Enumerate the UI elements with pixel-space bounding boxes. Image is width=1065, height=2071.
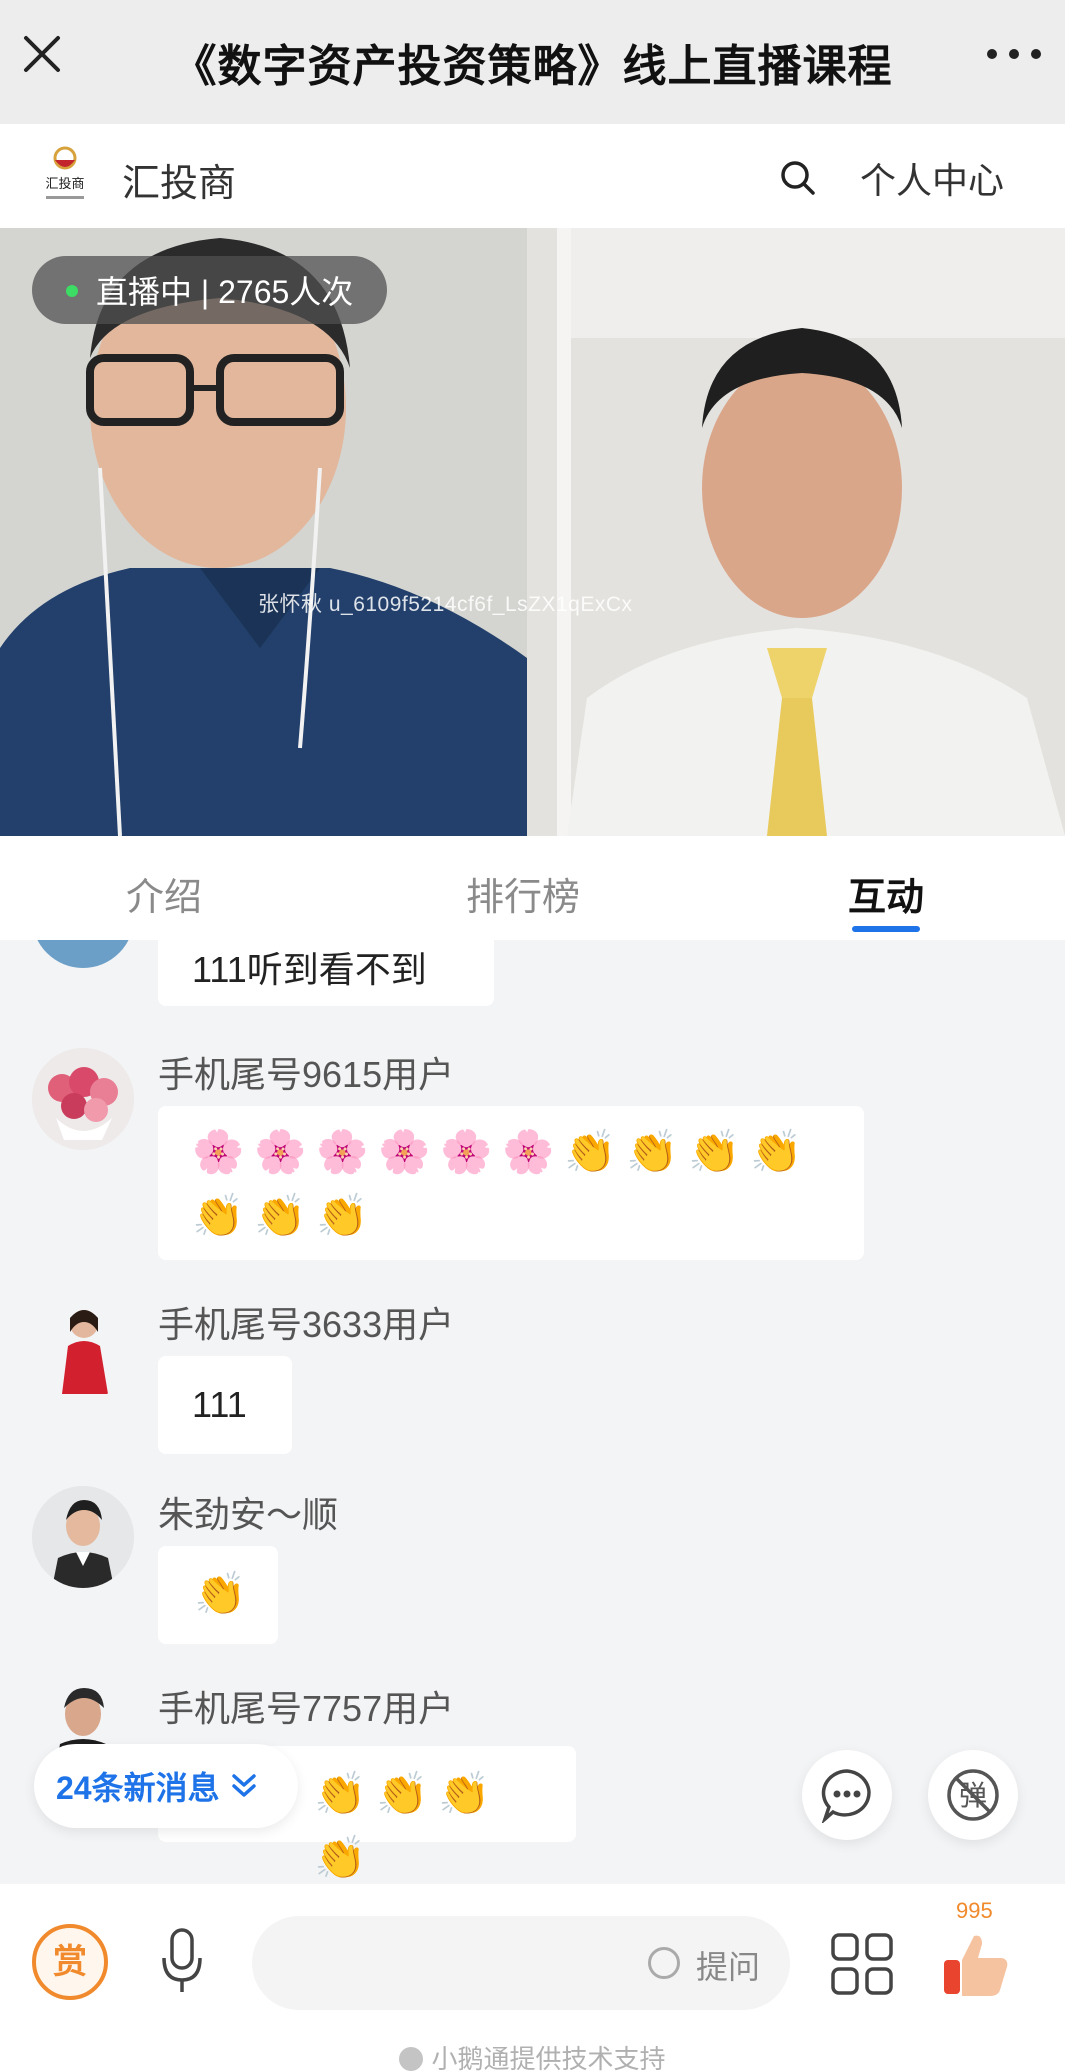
live-status-text: 直播中 | 2765人次	[96, 274, 354, 310]
emoji-item: 👏	[316, 1192, 369, 1239]
danmaku-off-icon: 弹	[947, 1769, 999, 1821]
search-icon[interactable]	[778, 158, 818, 198]
person-avatar-icon	[32, 1486, 134, 1588]
double-chevron-down-icon	[231, 1774, 256, 1797]
brand-logo-text: 汇投商	[45, 176, 84, 192]
video-watermark: 张怀秋 u_6109f5214cf6f_LsZX1qExCx	[258, 593, 633, 616]
emoji-item: 👏	[314, 1770, 367, 1817]
emoji-item: 🌸	[502, 1128, 555, 1175]
tab-interaction[interactable]: 互动	[848, 866, 924, 921]
guest-figure	[527, 228, 1065, 836]
chat-bubble: 111听到看不到	[158, 940, 494, 1006]
emoji-item: 🌸	[440, 1128, 493, 1175]
reward-button[interactable]: 赏	[32, 1924, 108, 2000]
emoji-item: 👏	[438, 1770, 491, 1817]
ask-question-checkbox[interactable]	[648, 1947, 680, 1979]
emoji-item: 🌸	[254, 1128, 307, 1175]
emoji-item: 👏	[564, 1128, 617, 1175]
tab-intro[interactable]: 介绍	[126, 866, 202, 921]
page-title: 《数字资产投资策略》线上直播课程	[172, 42, 893, 91]
xiaoe-logo-icon	[399, 2047, 424, 2071]
emoji-item: 👏	[750, 1128, 803, 1175]
video-feed-guest	[527, 228, 1065, 836]
avatar	[32, 1048, 134, 1150]
emoji-item: 👏	[376, 1770, 429, 1817]
avatar	[32, 1486, 134, 1588]
support-label: 小鹅通提供技术支持	[431, 2044, 666, 2071]
tech-support-text: 小鹅通提供技术支持	[0, 2039, 1065, 2071]
ask-question-label: 提问	[696, 1949, 761, 1985]
chat-bubble: 🌸 🌸 🌸 🌸 🌸 🌸 👏 👏 👏 👏 👏 👏 👏	[158, 1106, 864, 1260]
like-count: 995	[956, 1898, 993, 1923]
bottom-bar: 赏 提问 995 小鹅通提供技术支持	[0, 1884, 1065, 2071]
emoji-item: 👏	[194, 1570, 247, 1617]
emoji-item: 🌸	[378, 1128, 431, 1175]
brand-bar: 汇投商 汇投商 个人中心	[0, 124, 1065, 228]
emoji-item: 🌸	[316, 1128, 369, 1175]
emoji-row: 👏	[194, 1570, 247, 1618]
emoji-item: 👏	[254, 1192, 307, 1239]
emoji-item: 👏	[192, 1192, 245, 1239]
emoji-item: 👏	[626, 1128, 679, 1175]
thumbs-up-icon[interactable]	[940, 1930, 1012, 2002]
emoji-row: 👏 👏 👏 👏	[314, 1770, 542, 1882]
person-avatar-icon	[32, 1298, 134, 1400]
emoji-item: 👏	[688, 1128, 741, 1175]
comment-input[interactable]: 提问	[252, 1916, 790, 2010]
title-bar: 《数字资产投资策略》线上直播课程	[0, 0, 1065, 124]
chat-bubble-button[interactable]	[802, 1750, 892, 1840]
emoji-item: 👏	[314, 1834, 367, 1881]
tab-bar: 介绍 排行榜 互动	[0, 836, 1065, 940]
new-messages-label: 24条新消息	[56, 1770, 220, 1806]
brand-name: 汇投商	[122, 163, 237, 205]
apps-grid-icon[interactable]	[830, 1932, 894, 1996]
emoji-item: 🌸	[192, 1128, 245, 1175]
chat-username: 手机尾号3633用户	[158, 1304, 455, 1345]
danmaku-toggle-button[interactable]: 弹	[928, 1750, 1018, 1840]
live-status-badge: 直播中 | 2765人次	[32, 256, 388, 324]
chat-bubble: 111	[158, 1356, 292, 1454]
avatar	[32, 940, 134, 968]
chat-username: 手机尾号9615用户	[158, 1054, 455, 1095]
live-dot-icon	[66, 285, 78, 297]
flower-bouquet-icon	[32, 1048, 134, 1150]
microphone-icon[interactable]	[158, 1924, 206, 2000]
chat-list[interactable]: 111听到看不到 手机尾号9615用户 🌸 🌸 🌸 🌸 🌸 🌸 👏 👏 👏 👏 👏 👏 👏 手机尾号36…	[0, 940, 1065, 1884]
active-tab-indicator	[852, 926, 920, 932]
live-video[interactable]: 直播中 | 2765人次 张怀秋 u_6109f5214cf6f_LsZX1qE…	[0, 228, 1065, 836]
chat-username: 朱劲安～顺	[158, 1494, 339, 1535]
emoji-row: 🌸 🌸 🌸 🌸 🌸 🌸 👏 👏 👏 👏 👏 👏 👏	[192, 1128, 830, 1240]
avatar	[32, 1298, 134, 1400]
user-center-link[interactable]: 个人中心	[860, 152, 1004, 204]
chat-icon	[821, 1769, 871, 1823]
close-icon[interactable]	[18, 30, 66, 78]
tab-ranking[interactable]: 排行榜	[466, 866, 580, 921]
brand-logo[interactable]: 汇投商	[40, 144, 90, 208]
chat-username: 手机尾号7757用户	[158, 1688, 455, 1729]
chat-bubble: 👏	[158, 1546, 278, 1644]
more-icon[interactable]	[987, 42, 1041, 66]
new-messages-button[interactable]: 24条新消息	[34, 1744, 298, 1828]
